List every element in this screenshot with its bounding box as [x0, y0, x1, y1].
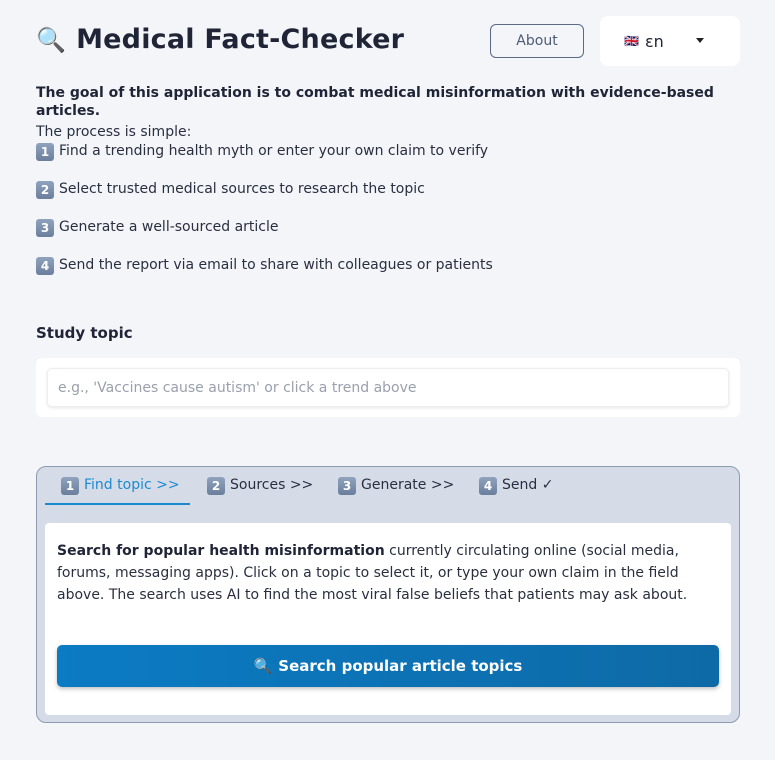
step-item: 3 Generate a well-sourced article: [36, 219, 493, 257]
uk-flag-icon: 🇬🇧: [624, 34, 639, 48]
intro: The goal of this application is to comba…: [36, 84, 746, 144]
tab-bar: 1 Find topic >> 2 Sources >> 3 Generate …: [45, 467, 735, 505]
goal-text: The goal of this application is to comba…: [36, 85, 714, 119]
search-topics-button[interactable]: 🔍 Search popular article topics: [57, 645, 719, 687]
step-item: 1 Find a trending health myth or enter y…: [36, 143, 493, 181]
steps-list: 1 Find a trending health myth or enter y…: [36, 143, 493, 295]
find-topic-tab-panel: Search for popular health misinformation…: [45, 523, 731, 715]
search-button-label: Search popular article topics: [278, 657, 523, 675]
workflow-panel: 1 Find topic >> 2 Sources >> 3 Generate …: [36, 466, 740, 723]
tab-generate[interactable]: 3 Generate >>: [338, 477, 454, 505]
step-text: Generate a well-sourced article: [59, 219, 279, 235]
keycap-2-icon: 2: [36, 181, 54, 199]
tab-find-topic[interactable]: 1 Find topic >>: [45, 477, 190, 505]
page-title-text: Medical Fact-Checker: [76, 24, 405, 55]
study-topic-label: Study topic: [36, 324, 133, 342]
language-value: εn: [644, 31, 664, 51]
search-icon: 🔍: [253, 657, 273, 675]
step-item: 4 Send the report via email to share wit…: [36, 257, 493, 295]
study-topic-input[interactable]: [47, 368, 729, 407]
magnifier-icon: 🔍: [36, 25, 67, 54]
step-item: 2 Select trusted medical sources to rese…: [36, 181, 493, 219]
find-topic-description: Search for popular health misinformation…: [57, 540, 723, 606]
step-text: Find a trending health myth or enter you…: [59, 143, 489, 159]
caret-down-icon: [696, 38, 704, 43]
study-topic-container: [36, 358, 740, 417]
about-button[interactable]: About: [490, 24, 584, 58]
process-text: The process is simple:: [36, 124, 192, 140]
keycap-4-icon: 4: [36, 257, 54, 275]
tab-label: Sources >>: [230, 477, 314, 493]
tab-label: Generate >>: [361, 477, 455, 493]
tab-send[interactable]: 4 Send ✓: [479, 477, 553, 505]
keycap-2-icon: 2: [207, 477, 225, 495]
tab-label: Send ✓: [502, 477, 554, 493]
keycap-1-icon: 1: [61, 477, 79, 495]
keycap-3-icon: 3: [338, 477, 356, 495]
step-text: Send the report via email to share with …: [59, 257, 493, 273]
keycap-1-icon: 1: [36, 143, 54, 161]
description-bold: Search for popular health misinformation: [57, 543, 385, 559]
page-title: 🔍 Medical Fact-Checker: [36, 24, 404, 55]
language-select[interactable]: 🇬🇧 εn: [600, 16, 740, 66]
keycap-3-icon: 3: [36, 219, 54, 237]
tab-sources[interactable]: 2 Sources >>: [207, 477, 313, 505]
keycap-4-icon: 4: [479, 477, 497, 495]
step-text: Select trusted medical sources to resear…: [59, 181, 425, 197]
tab-label: Find topic >>: [84, 477, 180, 493]
header: 🔍 Medical Fact-Checker About 🇬🇧 εn: [36, 16, 740, 66]
